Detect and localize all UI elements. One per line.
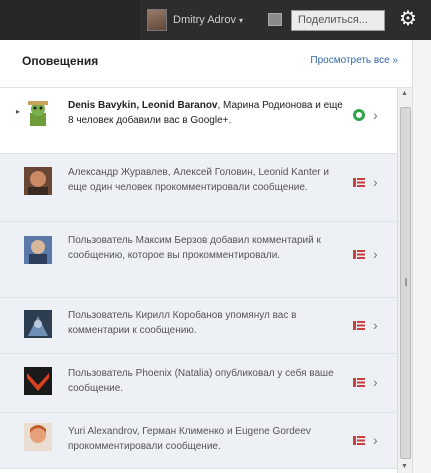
notification-item[interactable]: Yuri Alexandrov, Герман Клименко и Eugen… xyxy=(0,413,397,469)
notification-item[interactable]: Александр Журавлев, Алексей Головин, Leo… xyxy=(0,154,397,222)
notification-item[interactable]: Пользователь Кирилл Коробанов упомянул в… xyxy=(0,298,397,354)
scroll-grip xyxy=(405,278,407,286)
avatar xyxy=(24,236,52,264)
avatar xyxy=(24,367,52,395)
view-all-link[interactable]: Просмотреть все » xyxy=(310,55,398,66)
notification-list: ▸ Denis Bavykin, Leonid Baranov, Марина … xyxy=(0,88,397,469)
notifications-panel: Оповещения Просмотреть все » ▸ Denis Bav… xyxy=(0,40,412,473)
chevron-right-icon: › xyxy=(373,317,378,333)
notification-text: Пользователь Кирилл Коробанов упомянул в… xyxy=(68,310,297,336)
chevron-right-icon: › xyxy=(373,374,378,390)
scroll-thumb[interactable] xyxy=(400,107,411,459)
avatar xyxy=(24,167,52,195)
comment-icon xyxy=(353,434,365,446)
notification-text: Denis Bavykin, Leonid Baranov, Марина Ро… xyxy=(68,98,346,128)
panel-title: Оповещения xyxy=(22,54,99,68)
chevron-right-icon: › xyxy=(373,107,378,123)
panel-header: Оповещения Просмотреть все » xyxy=(0,40,412,88)
share-button[interactable]: Поделиться... xyxy=(291,10,385,31)
chevron-right-icon: › xyxy=(373,174,378,190)
user-avatar xyxy=(147,9,167,31)
pointer-icon: ▸ xyxy=(16,107,21,116)
scroll-down-icon[interactable]: ▼ xyxy=(401,463,408,470)
notification-item[interactable]: Пользователь Максим Берзов добавил комме… xyxy=(0,222,397,298)
notification-item[interactable]: ▸ Denis Bavykin, Leonid Baranov, Марина … xyxy=(0,88,397,154)
avatar xyxy=(24,423,52,451)
top-bar-left xyxy=(0,0,140,40)
comment-icon xyxy=(353,176,365,188)
chevron-right-icon: › xyxy=(373,432,378,448)
scrollbar[interactable]: ▲ ▼ xyxy=(397,88,412,473)
comment-icon xyxy=(353,248,365,260)
notification-text: Пользователь Максим Берзов добавил комме… xyxy=(68,235,321,261)
circle-add-icon xyxy=(353,109,365,121)
user-name: Dmitry Adrov xyxy=(173,14,236,26)
avatar xyxy=(24,310,52,338)
avatar xyxy=(24,99,52,127)
notification-text: Александр Журавлев, Алексей Головин, Leo… xyxy=(68,167,329,193)
chevron-right-icon: › xyxy=(373,246,378,262)
notification-text: Пользователь Phoenix (Natalia) опубликов… xyxy=(68,368,334,394)
gear-icon[interactable]: ⚙ xyxy=(396,7,420,31)
notification-item[interactable]: Пользователь Phoenix (Natalia) опубликов… xyxy=(0,354,397,413)
top-bar: Dmitry Adrov ▾ Поделиться... ⚙ xyxy=(0,0,431,40)
chevron-down-icon: ▾ xyxy=(238,15,243,25)
comment-icon xyxy=(353,319,365,331)
notification-text: Yuri Alexandrov, Герман Клименко и Eugen… xyxy=(68,426,311,452)
notifications-button[interactable] xyxy=(268,13,282,26)
page-background xyxy=(412,40,431,473)
notification-names: Denis Bavykin, Leonid Baranov xyxy=(68,100,218,111)
scroll-up-icon[interactable]: ▲ xyxy=(401,90,408,97)
user-menu[interactable]: Dmitry Adrov ▾ xyxy=(147,9,243,31)
comment-icon xyxy=(353,376,365,388)
